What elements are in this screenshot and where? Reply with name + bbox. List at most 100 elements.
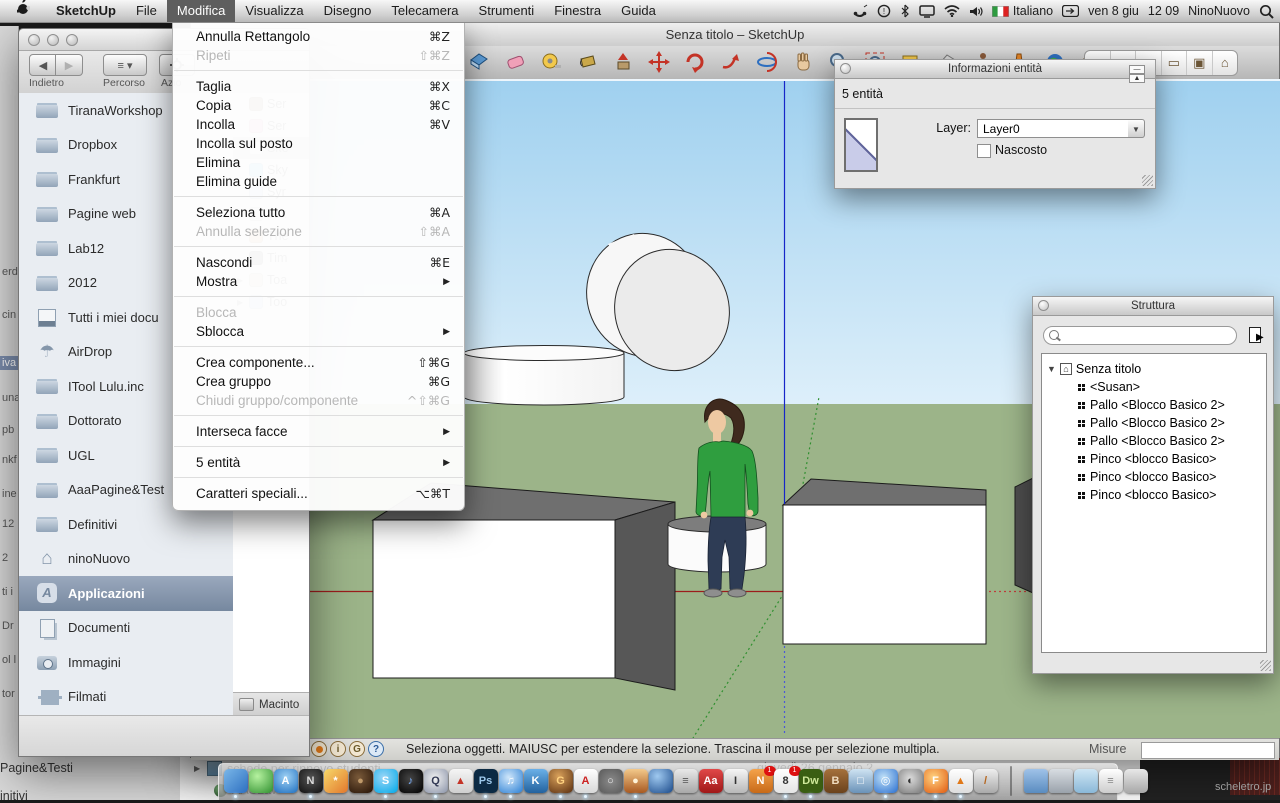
dock-icon[interactable]: [1048, 764, 1073, 798]
menu-item[interactable]: Seleziona tutto ⌘A: [173, 203, 464, 222]
outliner-item[interactable]: Pallo <Blocco Basico 2>: [1042, 432, 1266, 450]
dock-icon[interactable]: *: [323, 764, 348, 798]
info-icon[interactable]: i: [330, 741, 346, 757]
outliner-item[interactable]: Pinco <blocco Basico>: [1042, 450, 1266, 468]
menu-item[interactable]: Sblocca ▶: [173, 322, 464, 341]
dock-icon[interactable]: A: [273, 764, 298, 798]
menu-item[interactable]: Incolla sul posto: [173, 134, 464, 153]
dock-icon[interactable]: I: [723, 764, 748, 798]
menu-item[interactable]: [173, 191, 464, 203]
dock-icon[interactable]: [998, 764, 1023, 798]
pan-tool-icon[interactable]: [791, 50, 815, 74]
geolocation-icon[interactable]: [311, 741, 327, 757]
dock-icon[interactable]: ▲: [448, 764, 473, 798]
dock-icon[interactable]: S: [373, 764, 398, 798]
menu-item[interactable]: Annulla selezione ⇧⌘A: [173, 222, 464, 241]
minimize-icon[interactable]: [47, 34, 59, 46]
sidebar-item[interactable]: Filmati: [19, 680, 233, 715]
dock-icon[interactable]: ≡: [673, 764, 698, 798]
dock-icon[interactable]: [648, 764, 673, 798]
forward-button[interactable]: ▶: [55, 54, 83, 76]
menu-item[interactable]: Interseca facce ▶: [173, 422, 464, 441]
menu-item[interactable]: [173, 410, 464, 422]
collapse-icon[interactable]: —: [1129, 65, 1145, 74]
path-button[interactable]: ≡ ▾: [103, 54, 147, 76]
outliner-item[interactable]: Pallo <Blocco Basico 2>: [1042, 396, 1266, 414]
desktop-file-label[interactable]: scheletro.jp: [1215, 781, 1271, 793]
disclosure-triangle-icon[interactable]: ▼: [1047, 364, 1056, 374]
menu-strumenti[interactable]: Strumenti: [469, 0, 545, 22]
orbit-tool-icon[interactable]: [755, 50, 779, 74]
dock-icon[interactable]: 8 1: [773, 764, 798, 798]
outliner-title-bar[interactable]: Struttura: [1033, 297, 1273, 316]
dock-icon[interactable]: ○: [598, 764, 623, 798]
menu-item[interactable]: Nascondi ⌘E: [173, 253, 464, 272]
outliner-search-input[interactable]: [1043, 326, 1237, 345]
box-left[interactable]: [373, 483, 675, 690]
dock-icon[interactable]: ●: [348, 764, 373, 798]
dock-icon[interactable]: N 1: [748, 764, 773, 798]
collapse-control[interactable]: — ▲: [1129, 65, 1145, 85]
menu-item[interactable]: Blocca: [173, 303, 464, 322]
zoom-icon[interactable]: [66, 34, 78, 46]
close-icon[interactable]: [840, 63, 851, 74]
spotlight-icon[interactable]: [1259, 4, 1274, 19]
eraser-tool-icon[interactable]: [503, 50, 527, 74]
phone-icon[interactable]: [853, 4, 868, 18]
dock-icon[interactable]: ♪: [398, 764, 423, 798]
menu-item[interactable]: [173, 472, 464, 484]
menu-item[interactable]: Crea componente... ⇧⌘G: [173, 353, 464, 372]
dock-icon[interactable]: [248, 764, 273, 798]
sidebar-item[interactable]: Immagini: [19, 645, 233, 680]
menu-item[interactable]: Copia ⌘C: [173, 96, 464, 115]
entity-info-title-bar[interactable]: Informazioni entità: [835, 60, 1155, 79]
hidden-checkbox[interactable]: [977, 144, 991, 158]
outliner-item[interactable]: <Susan>: [1042, 378, 1266, 396]
display-icon[interactable]: [919, 5, 935, 18]
menu-item[interactable]: Elimina guide: [173, 172, 464, 191]
menu-bar-date[interactable]: ven 8 giu: [1088, 4, 1139, 18]
dock-icon[interactable]: G: [548, 764, 573, 798]
apple-menu[interactable]: [0, 0, 46, 22]
dock-icon[interactable]: F: [923, 764, 948, 798]
help-icon[interactable]: ?: [368, 741, 384, 757]
dock-icon[interactable]: ≡: [1098, 764, 1123, 798]
menu-item[interactable]: Mostra ▶: [173, 272, 464, 291]
sidebar-item[interactable]: Applicazioni: [19, 576, 233, 611]
menu-guida[interactable]: Guida: [611, 0, 666, 22]
sidebar-item[interactable]: ninoNuovo: [19, 542, 233, 577]
menu-item[interactable]: [173, 241, 464, 253]
dock-icon[interactable]: ◐: [898, 764, 923, 798]
input-language[interactable]: Italiano: [992, 4, 1053, 18]
menu-item[interactable]: Caratteri speciali... ⌥⌘T: [173, 484, 464, 503]
user-switch-icon[interactable]: [1062, 5, 1079, 17]
dock-icon[interactable]: Dw: [798, 764, 823, 798]
close-icon[interactable]: [1038, 300, 1049, 311]
menu-item[interactable]: Chiudi gruppo/componente ^⇧⌘G: [173, 391, 464, 410]
volume-icon[interactable]: [969, 5, 983, 18]
menu-item[interactable]: Taglia ⌘X: [173, 77, 464, 96]
tape-measure-tool-icon[interactable]: [539, 50, 563, 74]
view-top-icon[interactable]: ▭: [1162, 51, 1188, 75]
dock-icon[interactable]: Aa: [698, 764, 723, 798]
dock-icon[interactable]: [1073, 764, 1098, 798]
measure-input[interactable]: [1141, 742, 1275, 759]
menu-item[interactable]: [173, 65, 464, 77]
dock-icon[interactable]: K: [523, 764, 548, 798]
window-controls[interactable]: [28, 34, 78, 46]
paint-bucket-tool-icon[interactable]: [575, 50, 599, 74]
menu-modifica[interactable]: Modifica: [167, 0, 235, 22]
dock-icon[interactable]: /: [973, 764, 998, 798]
sidebar-item[interactable]: Definitivi: [19, 507, 233, 542]
dock-icon[interactable]: [1023, 764, 1048, 798]
dropdown-arrow-icon[interactable]: ▼: [1128, 119, 1145, 138]
menu-item[interactable]: Elimina: [173, 153, 464, 172]
menu-sketchup[interactable]: SketchUp: [46, 0, 126, 22]
outliner-item[interactable]: Pallo <Blocco Basico 2>: [1042, 414, 1266, 432]
menu-item[interactable]: [173, 441, 464, 453]
move-tool-icon[interactable]: [647, 50, 671, 74]
layer-dropdown[interactable]: Layer0: [977, 119, 1129, 138]
outliner-item[interactable]: Pinco <blocco Basico>: [1042, 468, 1266, 486]
disclosure-triangle-icon[interactable]: ▶: [194, 764, 202, 773]
menu-item[interactable]: 5 entità ▶: [173, 453, 464, 472]
